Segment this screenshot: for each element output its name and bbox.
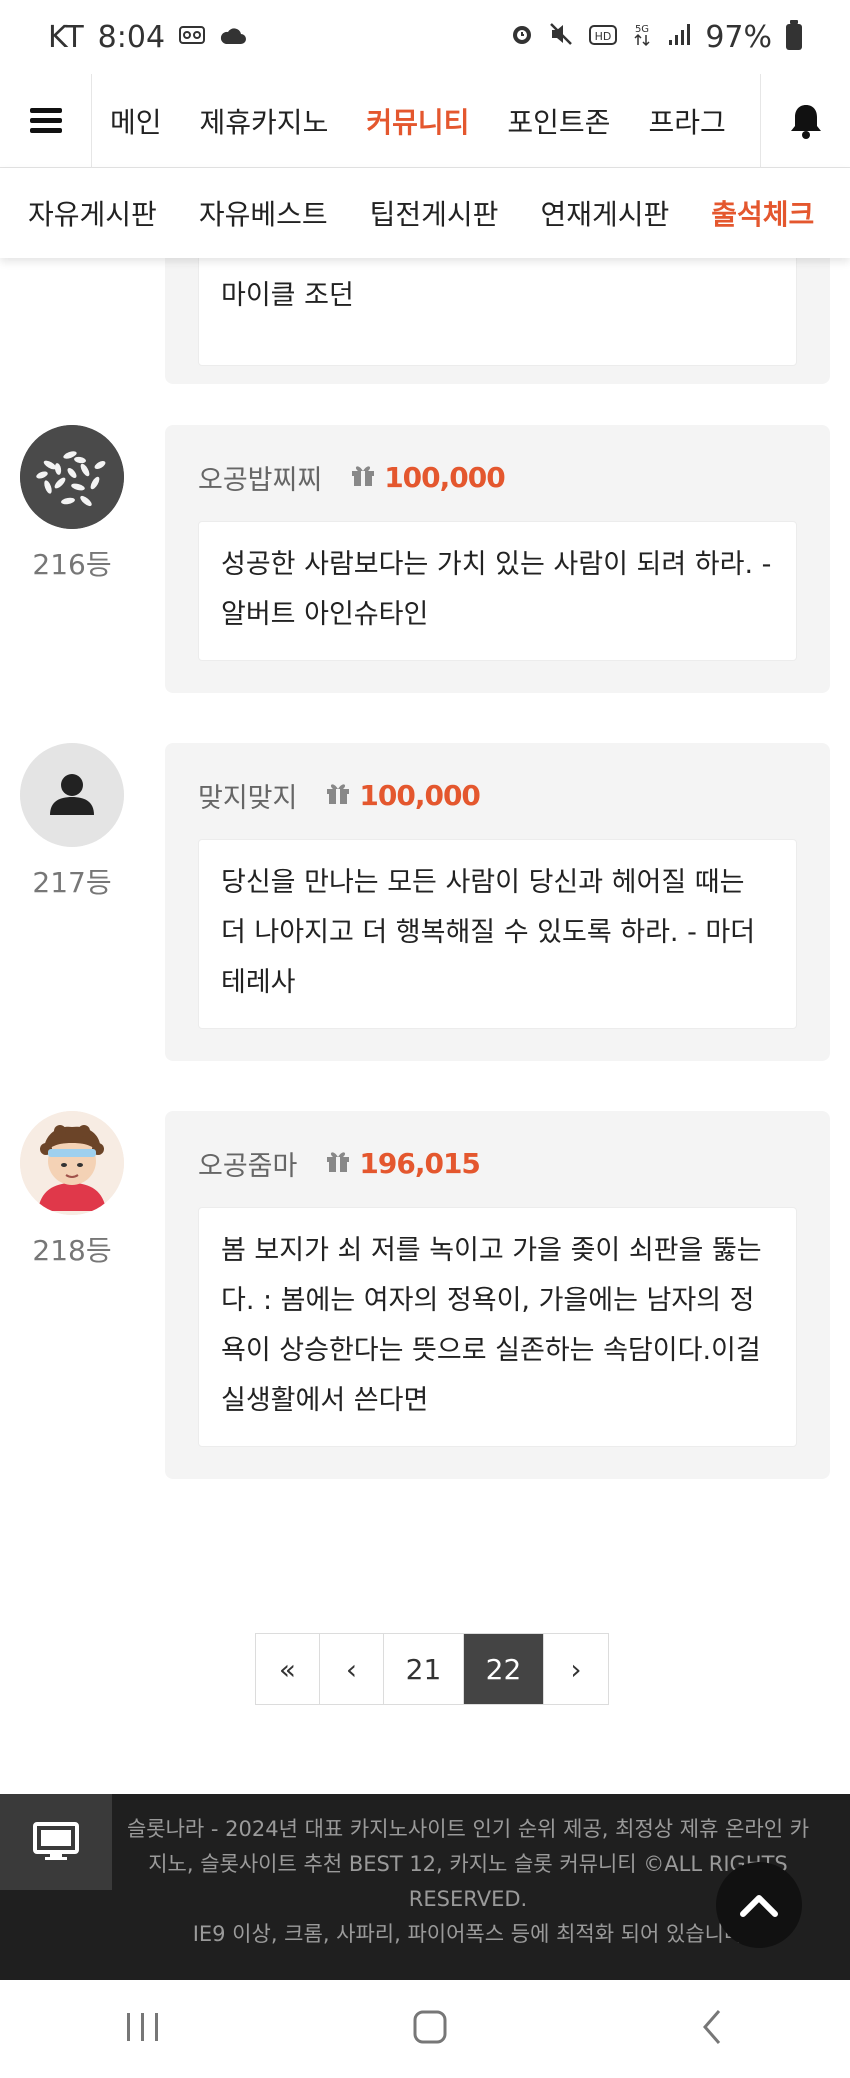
home-icon[interactable] xyxy=(410,2007,450,2051)
nav-item-pragmatic[interactable]: 프라그 xyxy=(629,101,744,141)
back-icon[interactable] xyxy=(697,2007,727,2051)
user-name[interactable]: 오공밥찌찌 xyxy=(198,458,322,497)
sub-item-free-best[interactable]: 자유베스트 xyxy=(178,193,349,233)
user-name[interactable]: 맞지맞지 xyxy=(198,776,297,815)
points-value: 100,000 xyxy=(359,778,481,812)
nav-item-community[interactable]: 커뮤니티 xyxy=(347,101,488,141)
comment-text: 봄 보지가 쇠 저를 녹이고 가을 좆이 쇠판을 뚫는다. : 봄에는 여자의 … xyxy=(198,1207,797,1447)
hd-icon: HD xyxy=(589,23,618,51)
footer-text: 슬롯나라 - 2024년 대표 카지노사이트 인기 순위 제공, 최정상 제휴 … xyxy=(118,1812,818,1952)
rank-label: 216등 xyxy=(32,548,112,581)
comment-bubble: 오공줌마 196,015 봄 보지가 쇠 저를 녹이고 가을 좆이 쇠판을 뚫는… xyxy=(165,1111,830,1479)
sub-item-attendance[interactable]: 출석체크 xyxy=(690,193,835,233)
character-avatar xyxy=(20,1111,124,1215)
main-nav-list: 메인 제휴카지노 커뮤니티 포인트존 프라그 xyxy=(92,74,760,168)
mute-icon xyxy=(549,22,575,52)
comment-bubble: 맞지맞지 100,000 당신을 만나는 모든 사람이 당신과 헤어질 때는 더… xyxy=(165,743,830,1061)
next-page-button[interactable]: › xyxy=(544,1634,608,1704)
pc-version-button[interactable] xyxy=(0,1794,112,1890)
5g-icon: 5G xyxy=(631,21,653,53)
footer: 슬롯나라 - 2024년 대표 카지노사이트 인기 순위 제공, 최정상 제휴 … xyxy=(0,1794,850,1980)
nav-item-partner-casino[interactable]: 제휴카지노 xyxy=(181,101,348,141)
monitor-icon xyxy=(33,1822,79,1860)
rice-avatar xyxy=(20,425,124,529)
carrier-label: KT xyxy=(48,19,84,55)
battery-percent: 97% xyxy=(705,19,772,55)
android-navigation-bar xyxy=(0,1980,850,2078)
sub-item-free-board[interactable]: 자유게시판 xyxy=(0,193,178,233)
footer-browser-note: IE9 이상, 크롬, 사파리, 파이어폭스 등에 최적화 되어 있습니다 xyxy=(192,1922,744,1946)
cloud-icon xyxy=(219,23,247,51)
gift-icon xyxy=(325,781,351,809)
rank-label: 218등 xyxy=(32,1234,112,1267)
first-page-button[interactable]: « xyxy=(256,1634,320,1704)
sub-nav: 자유게시판 자유베스트 팁전게시판 연재게시판 출석체크 xyxy=(0,168,850,258)
time-label: 8:04 xyxy=(97,19,166,55)
nav-item-point-zone[interactable]: 포인트존 xyxy=(488,101,629,141)
scroll-top-button[interactable] xyxy=(716,1862,802,1948)
gift-icon xyxy=(350,463,376,491)
status-bar: KT 8:04 HD 5G 97% xyxy=(0,0,850,74)
sub-item-serial-board[interactable]: 연재게시판 xyxy=(519,193,690,233)
svg-text:5G: 5G xyxy=(635,24,649,35)
chevron-up-icon xyxy=(740,1895,778,1917)
sub-item-tip-board[interactable]: 팁전게시판 xyxy=(349,193,520,233)
comment-text: 당신을 만나는 모든 사람이 당신과 헤어질 때는 더 나아지고 더 행복해질 … xyxy=(198,839,797,1029)
nav-item-main[interactable]: 메인 xyxy=(92,101,181,141)
partial-comment-line2: 마이클 조던 xyxy=(221,280,354,311)
hamburger-icon xyxy=(29,107,62,134)
page-number-button[interactable]: 21 xyxy=(384,1634,464,1704)
battery-icon xyxy=(786,20,802,50)
footer-copyright: 슬롯나라 - 2024년 대표 카지노사이트 인기 순위 제공, 최정상 제휴 … xyxy=(126,1817,810,1911)
alarm-icon xyxy=(509,21,535,53)
pagination: « ‹ 21 22 › xyxy=(255,1633,609,1705)
menu-button[interactable] xyxy=(0,73,92,168)
default-user-avatar xyxy=(20,743,124,847)
recent-apps-icon[interactable] xyxy=(123,2009,163,2049)
notification-button[interactable] xyxy=(760,73,850,168)
gift-icon xyxy=(325,1149,351,1177)
svg-text:HD: HD xyxy=(595,30,612,43)
rank-label: 217등 xyxy=(32,866,112,899)
top-nav: 메인 제휴카지노 커뮤니티 포인트존 프라그 xyxy=(0,73,850,168)
bell-icon xyxy=(790,104,821,139)
prev-page-button[interactable]: ‹ xyxy=(320,1634,384,1704)
reading-mode-icon xyxy=(179,23,206,51)
current-page-button[interactable]: 22 xyxy=(464,1634,544,1704)
user-name[interactable]: 오공줌마 xyxy=(198,1144,297,1183)
comment-bubble: 오공밥찌찌 100,000 성공한 사람보다는 가치 있는 사람이 되려 하라.… xyxy=(165,425,830,693)
comment-text: 성공한 사람보다는 가치 있는 사람이 되려 하라. - 알버트 아인슈타인 xyxy=(198,521,797,661)
signal-icon xyxy=(667,22,691,52)
points-value: 196,015 xyxy=(359,1146,481,1180)
points-value: 100,000 xyxy=(384,460,506,494)
